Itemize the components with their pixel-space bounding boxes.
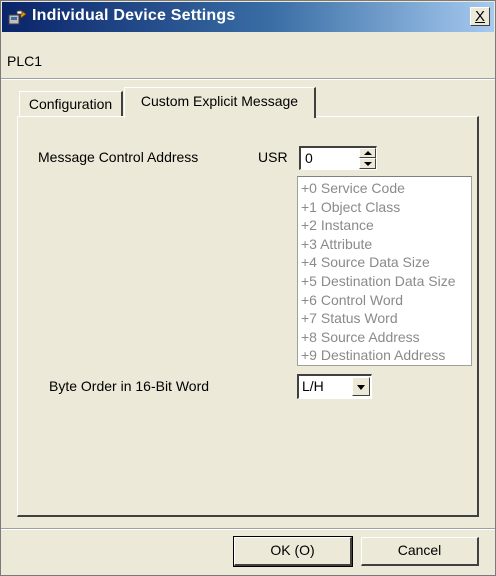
custom-explicit-message-panel: Message Control Address USR 0 +0 Service…	[17, 116, 479, 517]
address-offset-list: +0 Service Code +1 Object Class +2 Insta…	[297, 176, 472, 366]
offset-item: +3 Attribute	[301, 235, 373, 252]
ok-button[interactable]: OK (O)	[233, 536, 353, 567]
arrow-down-icon	[364, 162, 372, 166]
offset-item: +9 Destination Address	[301, 347, 446, 364]
message-control-address-label: Message Control Address	[38, 149, 199, 165]
increment-button[interactable]	[359, 148, 376, 158]
byte-order-value[interactable]: L/H	[302, 378, 324, 394]
arrow-up-icon	[364, 151, 372, 155]
offset-item: +4 Source Data Size	[301, 254, 430, 271]
separator	[1, 78, 495, 80]
message-control-address-stepper[interactable]: 0	[299, 146, 377, 170]
offset-item: +8 Source Address	[301, 328, 420, 345]
offset-item: +5 Destination Data Size	[301, 272, 456, 289]
tab-custom-explicit-message[interactable]: Custom Explicit Message	[124, 87, 316, 118]
individual-device-settings-dialog: Individual Device Settings X PLC1 Config…	[0, 0, 496, 576]
offset-item: +0 Service Code	[301, 180, 405, 196]
spin-buttons	[359, 148, 376, 169]
close-button[interactable]: X	[470, 7, 490, 26]
address-prefix-label: USR	[258, 149, 288, 165]
address-value[interactable]: 0	[305, 150, 313, 166]
title-bar[interactable]: Individual Device Settings X	[2, 2, 494, 32]
chevron-down-icon	[357, 385, 365, 390]
offset-item: +2 Instance	[301, 217, 374, 234]
byte-order-label: Byte Order in 16-Bit Word	[49, 378, 210, 394]
tab-configuration[interactable]: Configuration	[19, 91, 123, 117]
device-name-label: PLC1	[7, 53, 43, 69]
device-settings-icon	[8, 9, 27, 25]
cancel-button[interactable]: Cancel	[361, 537, 479, 566]
dropdown-button[interactable]	[352, 377, 370, 396]
offset-item: +7 Status Word	[301, 310, 398, 327]
offset-item: +1 Object Class	[301, 198, 401, 215]
window-title: Individual Device Settings	[32, 7, 236, 24]
byte-order-select[interactable]: L/H	[297, 374, 372, 399]
separator	[1, 528, 495, 530]
decrement-button[interactable]	[359, 158, 376, 169]
offset-item: +6 Control Word	[301, 291, 404, 308]
